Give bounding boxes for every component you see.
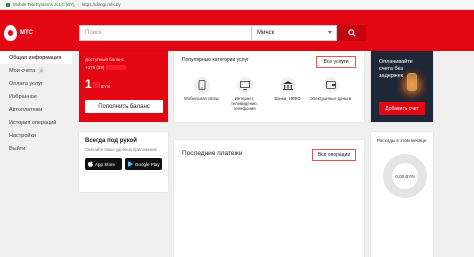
sidebar-item-history[interactable]: История операций — [0, 116, 72, 129]
category-mobile[interactable]: Мобильная связь — [180, 77, 223, 111]
spending-total: 0,00 BYN — [395, 173, 415, 179]
sidebar-item-overview[interactable]: Общая информация — [0, 51, 72, 64]
url-text[interactable]: https://dengi.mts.by — [82, 2, 121, 7]
category-label: Интернет, телевидение, телефония — [230, 96, 258, 111]
mts-logo[interactable]: МТС — [4, 21, 33, 45]
category-banks[interactable]: Банки, НКФО — [266, 77, 309, 111]
google-play-button[interactable]: Google Play — [125, 158, 162, 170]
browser-address-bar: Mobile TeleSystems JLLC [BY] | https://d… — [0, 0, 474, 10]
popular-categories-card: Популярные категории услуг Все услуги Мо… — [174, 51, 364, 122]
lock-icon — [6, 2, 10, 7]
category-label: Мобильная связь — [184, 96, 219, 101]
city-value: Минск — [257, 30, 275, 36]
search-button[interactable] — [338, 25, 366, 41]
spending-title: Расходы в этом месяце — [377, 138, 427, 143]
apps-subtitle: Скачайте наше удобное приложение — [85, 147, 157, 152]
app-store-label: App Store — [95, 161, 116, 167]
sidebar: Общая информация Мои счета 8 Оплата услуг… — [0, 51, 72, 257]
balance-phone: +375 (29) — [85, 65, 162, 70]
app-store-button[interactable]: App Store — [85, 158, 122, 170]
topup-button[interactable]: Пополнить баланс — [85, 100, 163, 113]
bank-icon — [279, 77, 296, 93]
search-icon — [348, 29, 356, 37]
google-play-label: Google Play — [135, 161, 160, 167]
sidebar-item-autopayments[interactable]: Автоплатежи — [0, 103, 72, 116]
amount-redaction — [92, 82, 100, 88]
category-label: Банки, НКФО — [274, 96, 301, 101]
wallet-icon — [322, 77, 339, 93]
site-identity: Mobile TeleSystems JLLC [BY] — [13, 2, 75, 7]
spending-donut-chart: 0,00 BYN — [383, 154, 427, 198]
apple-icon — [88, 161, 93, 167]
balance-amount: 1 BYN — [85, 77, 162, 91]
amount-currency: BYN — [100, 84, 110, 89]
recent-payments-card: Последние платежи Все операции — [174, 140, 364, 257]
add-bill-button[interactable]: Добавить счет — [379, 102, 425, 115]
balance-card: Доступный баланс +375 (29) 1 BYN Пополни… — [79, 51, 168, 122]
promo-banner[interactable]: Оплачивайте счета без задержек Добавить … — [371, 51, 433, 122]
sidebar-item-settings[interactable]: Настройки — [0, 129, 72, 142]
spending-card: Расходы в этом месяце 0,00 BYN — [371, 132, 433, 257]
all-services-button[interactable]: Все услуги — [316, 56, 356, 68]
sidebar-item-payments[interactable]: Оплата услуг — [0, 77, 72, 90]
sidebar-item-accounts[interactable]: Мои счета 8 — [0, 64, 72, 77]
apps-card: Всегда под рукой Скачайте наше удобное п… — [79, 132, 168, 192]
logo-text: МТС — [20, 30, 33, 36]
category-internet[interactable]: Интернет, телевидение, телефония — [223, 77, 266, 111]
amount-main: 1 — [85, 77, 92, 91]
all-operations-button[interactable]: Все операции — [312, 149, 356, 161]
accounts-count-badge: 8 — [38, 67, 45, 74]
site-header: МТС Поиск Минск — [0, 15, 474, 51]
address-separator: | — [77, 2, 79, 7]
search-input[interactable]: Поиск — [79, 25, 252, 41]
chevron-down-icon — [328, 31, 332, 34]
city-select[interactable]: Минск — [252, 25, 337, 41]
play-icon — [128, 161, 133, 167]
apps-title: Всегда под рукой — [85, 138, 137, 144]
mts-egg-icon — [4, 25, 17, 41]
tv-icon — [236, 77, 253, 93]
category-emoney[interactable]: Электронные деньги — [309, 77, 352, 111]
phone-prefix: +375 (29) — [85, 65, 105, 70]
phone-icon — [193, 77, 210, 93]
promo-text: Оплачивайте счета без задержек — [379, 59, 413, 79]
balance-title: Доступный баланс — [85, 57, 124, 62]
sidebar-item-favorites[interactable]: Избранное — [0, 90, 72, 103]
category-label: Электронные деньги — [309, 96, 352, 101]
sidebar-item-logout[interactable]: Выйти — [0, 142, 72, 155]
phone-redaction — [106, 65, 127, 70]
